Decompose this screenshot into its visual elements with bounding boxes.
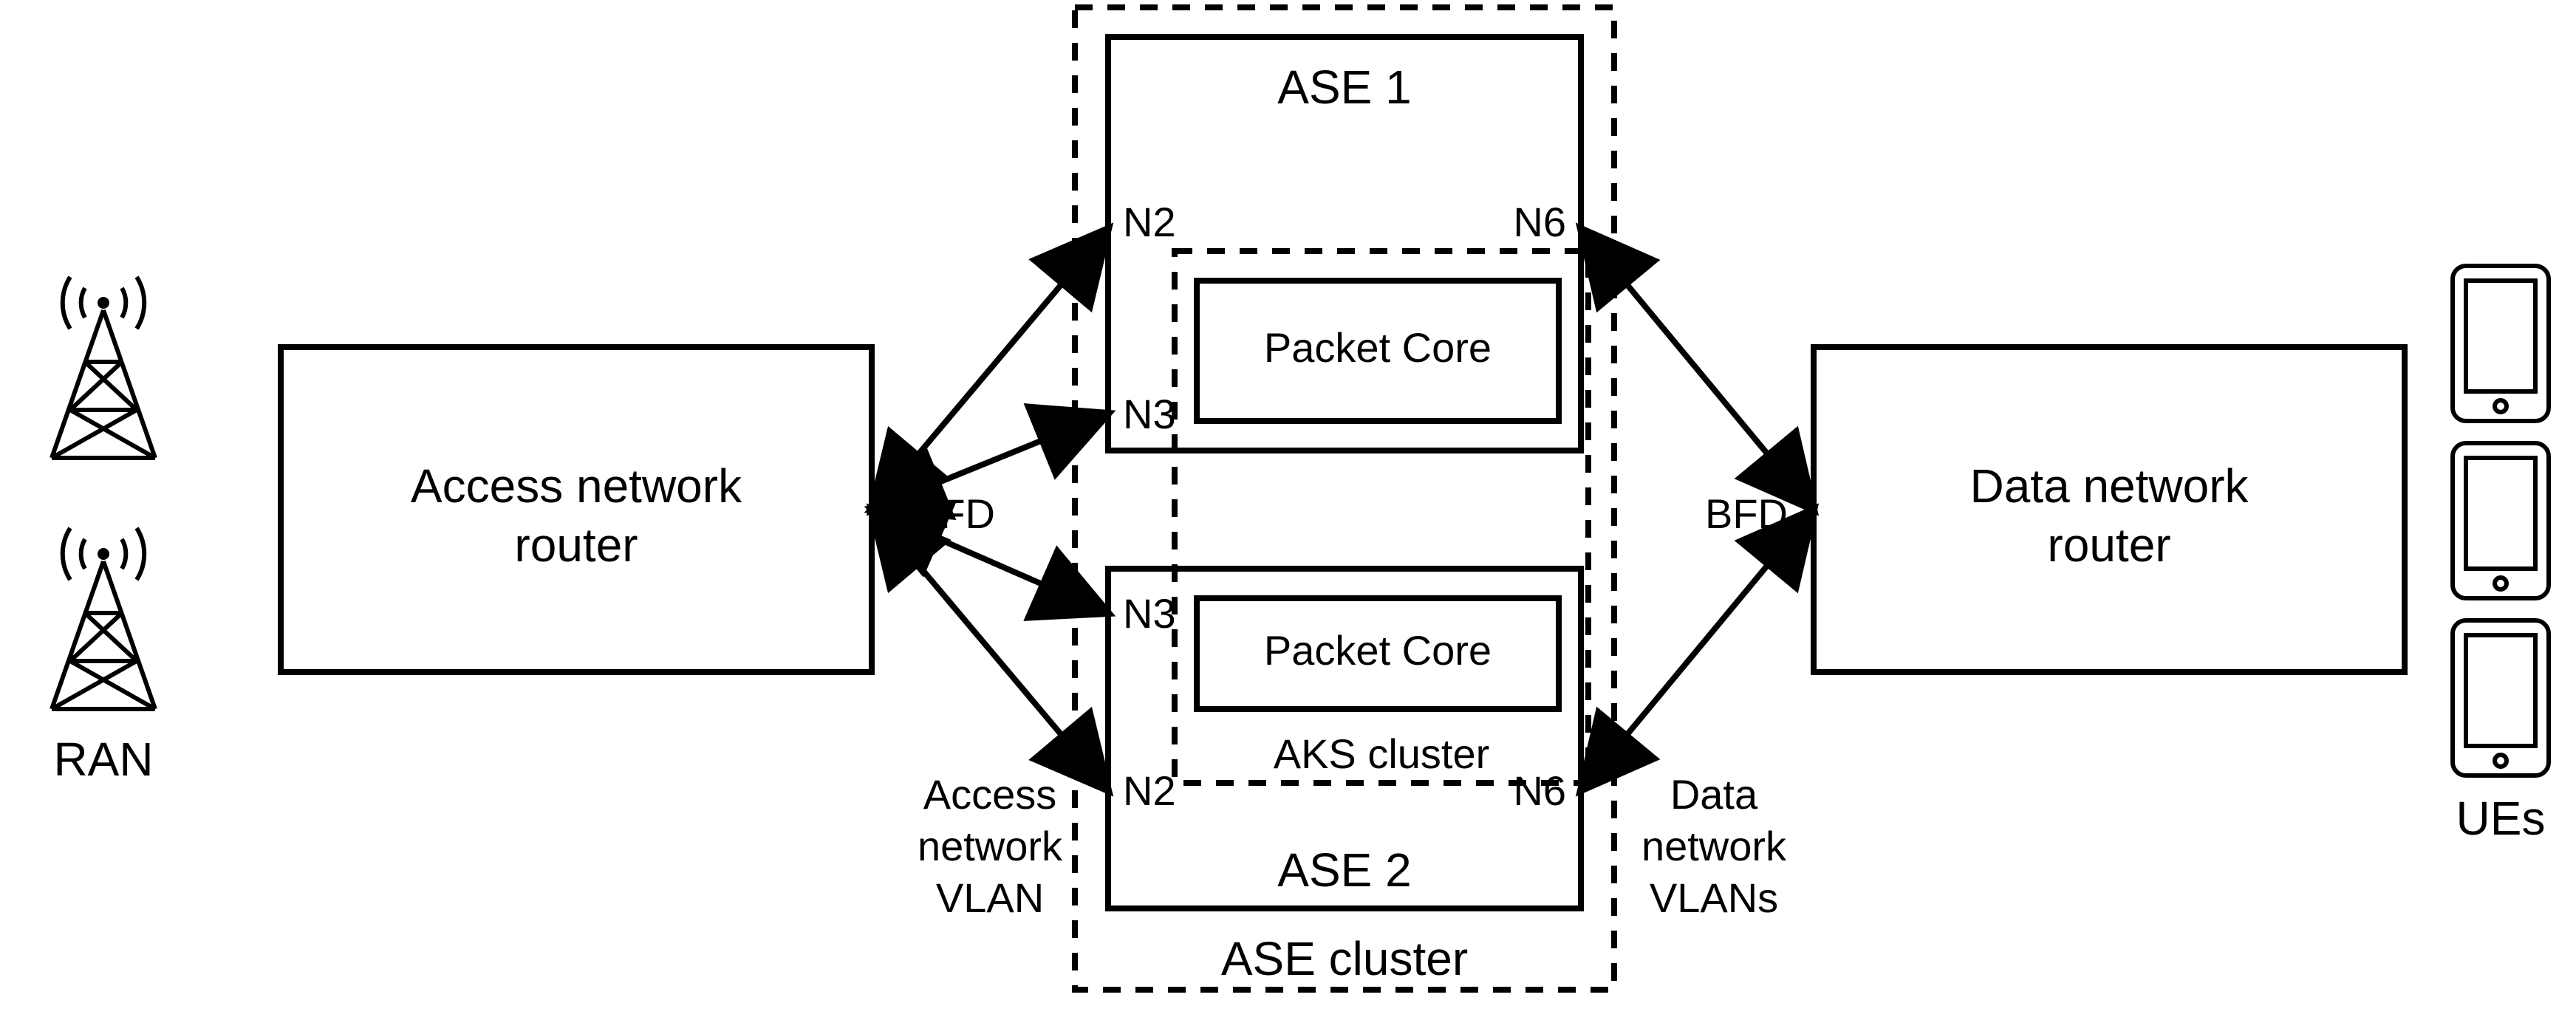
- access-vlan-l2: network: [918, 823, 1063, 869]
- edge-access-ase2-n2: [872, 510, 1108, 790]
- data-router-line2: router: [2047, 518, 2170, 572]
- ran-label: RAN: [53, 733, 153, 786]
- edge-data-ase1-n6: [1581, 229, 1814, 510]
- ase-cluster-label: ASE cluster: [1221, 932, 1468, 985]
- ues-icon: [2453, 266, 2549, 776]
- ase2-n6: N6: [1513, 767, 1566, 814]
- ase1-title: ASE 1: [1277, 61, 1411, 114]
- ase1-n2: N2: [1123, 199, 1176, 245]
- bfd-left: BFD: [912, 490, 995, 537]
- access-router-line2: router: [514, 518, 638, 572]
- data-vlan-l1: Data: [1670, 771, 1758, 818]
- data-vlan-l3: VLANs: [1650, 874, 1778, 921]
- access-vlan-l1: Access: [923, 771, 1057, 818]
- ase2-title: ASE 2: [1277, 843, 1411, 897]
- ase1-packetcore: Packet Core: [1264, 324, 1492, 371]
- ran-icon: [52, 277, 155, 709]
- ues-label: UEs: [2456, 792, 2546, 845]
- ase1-n3: N3: [1123, 391, 1176, 437]
- ase2-n3: N3: [1123, 590, 1176, 637]
- aks-cluster-label: AKS cluster: [1274, 730, 1490, 777]
- data-router-line1: Data network: [1969, 459, 2249, 513]
- access-vlan-l3: VLAN: [936, 874, 1044, 921]
- bfd-right: BFD: [1705, 490, 1788, 537]
- ase2-n2: N2: [1123, 767, 1176, 814]
- ase2-packetcore: Packet Core: [1264, 627, 1492, 674]
- access-router-line1: Access network: [411, 459, 742, 513]
- ase1-n6: N6: [1513, 199, 1566, 245]
- data-vlan-l2: network: [1641, 823, 1787, 869]
- ase-cluster-box: [1075, 7, 1614, 990]
